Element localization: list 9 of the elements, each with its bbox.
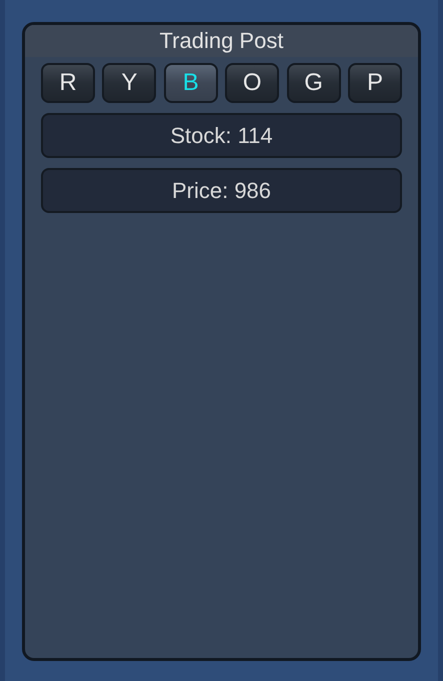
stat-label: Stock: 114 [41,113,402,158]
color-button[interactable]: B [164,63,218,103]
color-button[interactable]: G [286,63,341,103]
panel-title: Trading Post [160,28,284,54]
color-button[interactable]: P [348,63,402,103]
color-button[interactable]: Y [102,63,156,103]
color-button[interactable]: O [225,63,280,103]
color-button[interactable]: R [41,63,95,103]
stat-label: Price: 986 [41,168,402,213]
